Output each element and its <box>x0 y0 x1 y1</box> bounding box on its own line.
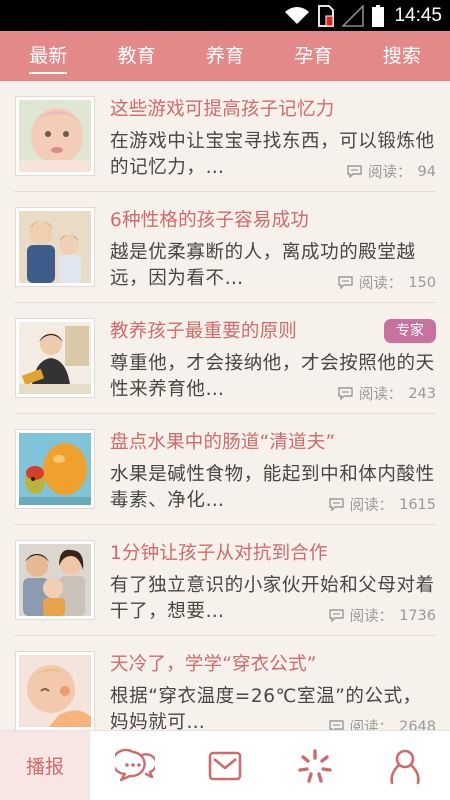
read-count-label: 阅读： <box>349 720 394 730</box>
wifi-icon <box>285 7 310 24</box>
article-thumbnail <box>15 651 95 730</box>
read-count-value: 1736 <box>399 607 436 624</box>
article-feed[interactable]: 这些游戏可提高孩子记忆力 在游戏中让宝宝寻找东西，可以锻炼他的记忆力，… 阅读：… <box>0 81 450 730</box>
article-title[interactable]: 天冷了，学学“穿衣公式” <box>110 650 317 676</box>
tab-education[interactable]: 教育 <box>110 31 164 81</box>
read-count-label: 阅读： <box>349 609 394 625</box>
signal-icon <box>342 5 365 27</box>
comment-icon <box>328 498 344 511</box>
article-title[interactable]: 这些游戏可提高孩子记忆力 <box>110 95 334 121</box>
battery-icon <box>372 5 385 27</box>
comment-icon <box>338 276 353 289</box>
discover-icon <box>298 748 332 783</box>
read-count: 阅读： 150 <box>338 272 436 293</box>
bottom-tab-profile[interactable] <box>360 731 450 800</box>
read-count: 阅读： 243 <box>338 383 436 404</box>
article-thumbnail <box>15 96 95 176</box>
article-thumbnail <box>15 207 95 287</box>
read-count-label: 阅读： <box>368 165 412 181</box>
read-count-label: 阅读： <box>349 498 394 514</box>
read-count-value: 1615 <box>399 496 436 513</box>
tab-latest[interactable]: 最新 <box>21 31 75 81</box>
sim-alert-icon <box>318 5 335 27</box>
read-count-value: 94 <box>417 163 436 180</box>
article-item[interactable]: 6种性格的孩子容易成功 越是优柔寡断的人，离成功的殿堂越远，因为看不… 阅读： 1… <box>0 192 450 303</box>
family-photo-image <box>19 544 91 616</box>
article-thumbnail <box>15 540 95 620</box>
bottom-tab-discover[interactable] <box>270 731 360 800</box>
chat-bubbles-icon <box>115 748 155 781</box>
bottom-tab-bar: 播报 <box>0 730 450 800</box>
read-count: 阅读： 1615 <box>328 494 436 515</box>
tab-search[interactable]: 搜索 <box>375 31 429 81</box>
expert-badge: 专家 <box>384 319 436 343</box>
article-item[interactable]: 这些游戏可提高孩子记忆力 在游戏中让宝宝寻找东西，可以锻炼他的记忆力，… 阅读：… <box>0 81 450 192</box>
read-count-label: 阅读： <box>358 387 403 403</box>
read-count: 阅读： 2648 <box>328 716 436 731</box>
comment-icon <box>328 609 344 622</box>
read-count: 阅读： 1736 <box>328 605 436 626</box>
read-count-value: 2648 <box>399 718 436 731</box>
status-icons: 14:45 <box>284 4 442 28</box>
read-count: 阅读： 94 <box>347 161 436 182</box>
baby-sleeping-photo-image <box>19 655 91 727</box>
bottom-tab-mail[interactable] <box>180 731 270 800</box>
read-count-label: 阅读： <box>358 276 403 292</box>
bottom-tab-chat[interactable] <box>90 731 180 800</box>
expert-photo-image <box>19 322 91 394</box>
comment-icon <box>338 387 353 400</box>
read-count-value: 243 <box>408 385 436 402</box>
article-thumbnail <box>15 429 95 509</box>
mother-child-photo-image <box>19 211 91 283</box>
article-item[interactable]: 1分钟让孩子从对抗到合作 有了独立意识的小家伙开始和父母对着干了，想要… 阅读：… <box>0 525 450 636</box>
bottom-tab-broadcast-label: 播报 <box>25 756 64 778</box>
top-tab-bar: 最新 教育 养育 孕育 搜索 <box>0 31 450 81</box>
mail-icon <box>208 751 242 780</box>
fruit-photo-image <box>19 433 91 505</box>
comment-icon <box>328 720 344 730</box>
tab-pregnancy[interactable]: 孕育 <box>286 31 340 81</box>
tab-parenting[interactable]: 养育 <box>198 31 252 81</box>
article-thumbnail <box>15 318 95 398</box>
article-title[interactable]: 教养孩子最重要的原则 <box>110 317 297 343</box>
article-item[interactable]: 教养孩子最重要的原则 专家 尊重他，才会接纳他，才会按照他的天性来养育他… 阅读… <box>0 303 450 414</box>
article-title[interactable]: 1分钟让孩子从对抗到合作 <box>110 539 328 565</box>
article-item[interactable]: 盘点水果中的肠道“清道夫” 水果是碱性食物，能起到中和体内酸性毒素、净化… 阅读… <box>0 414 450 525</box>
baby-photo-image <box>19 100 91 172</box>
status-bar: 14:45 <box>0 0 450 31</box>
profile-icon <box>390 749 420 784</box>
bottom-tab-broadcast[interactable]: 播报 <box>0 731 90 800</box>
read-count-value: 150 <box>408 274 436 291</box>
status-time: 14:45 <box>394 5 442 26</box>
article-item[interactable]: 天冷了，学学“穿衣公式” 根据“穿衣温度=26℃室温”的公式，妈妈就可… 阅读：… <box>0 636 450 730</box>
article-title[interactable]: 盘点水果中的肠道“清道夫” <box>110 428 335 454</box>
article-title[interactable]: 6种性格的孩子容易成功 <box>110 206 309 232</box>
comment-icon <box>347 165 362 178</box>
